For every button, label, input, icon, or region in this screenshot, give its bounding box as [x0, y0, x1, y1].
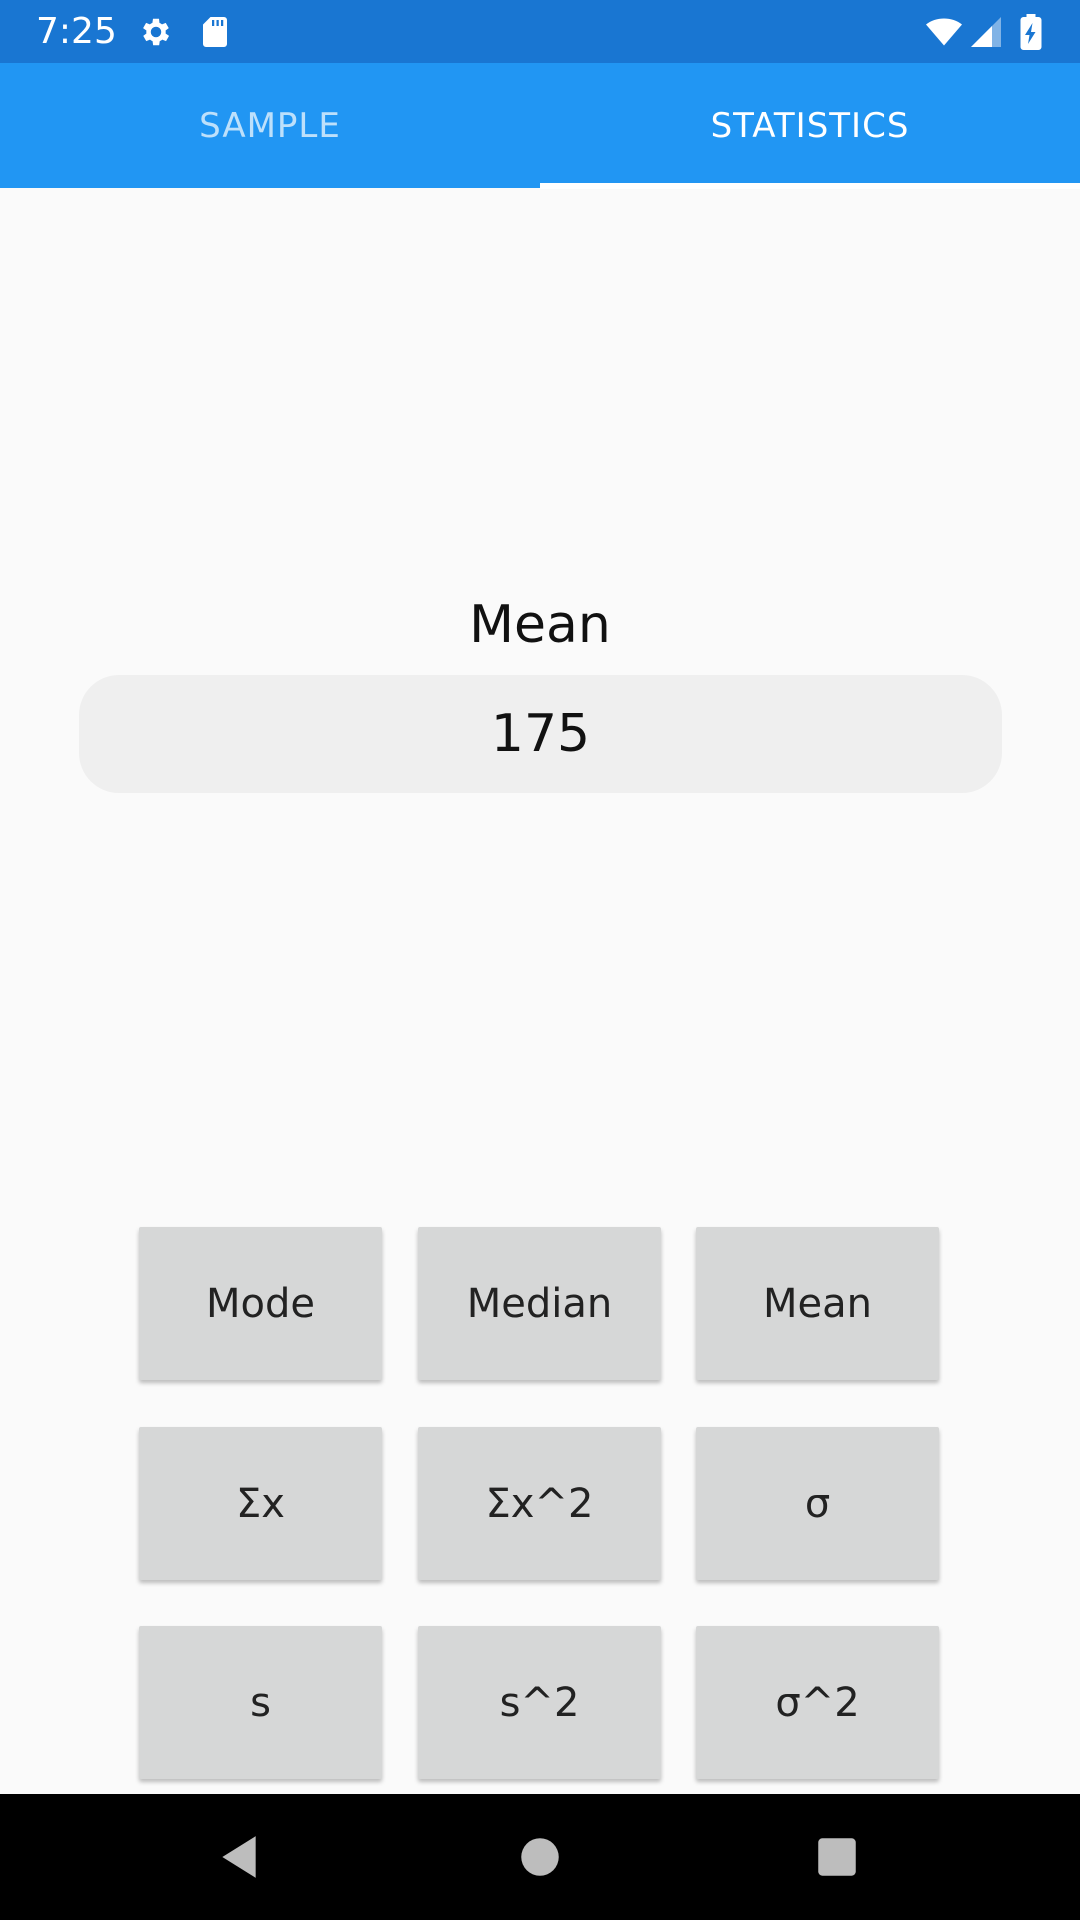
sd-card-icon: [197, 14, 233, 50]
mode-button[interactable]: Mode: [139, 1227, 382, 1380]
sample-std-dev-button[interactable]: s: [139, 1626, 382, 1779]
wifi-icon: [922, 14, 966, 50]
tab-indicator: [540, 183, 1080, 189]
result-value-field: 175: [79, 675, 1002, 793]
navigation-bar: [0, 1794, 1080, 1920]
gear-icon: [138, 14, 174, 50]
result-label: Mean: [469, 595, 611, 655]
battery-charging-icon: [1016, 14, 1046, 50]
status-bar: 7:25: [0, 0, 1080, 63]
sample-variance-button[interactable]: s^2: [418, 1626, 661, 1779]
recents-icon[interactable]: [812, 1832, 862, 1882]
back-icon[interactable]: [214, 1832, 264, 1882]
tab-bar: SAMPLE STATISTICS: [0, 63, 1080, 189]
signal-icon: [968, 14, 1004, 50]
tab-sample[interactable]: SAMPLE: [0, 63, 540, 188]
population-std-dev-button[interactable]: σ: [696, 1427, 939, 1580]
mean-button[interactable]: Mean: [696, 1227, 939, 1380]
tab-statistics[interactable]: STATISTICS: [540, 63, 1080, 188]
sum-x-button[interactable]: Σx: [139, 1427, 382, 1580]
population-variance-button[interactable]: σ^2: [696, 1626, 939, 1779]
sum-x-squared-button[interactable]: Σx^2: [418, 1427, 661, 1580]
median-button[interactable]: Median: [418, 1227, 661, 1380]
home-icon[interactable]: [515, 1832, 565, 1882]
status-time: 7:25: [36, 11, 117, 52]
